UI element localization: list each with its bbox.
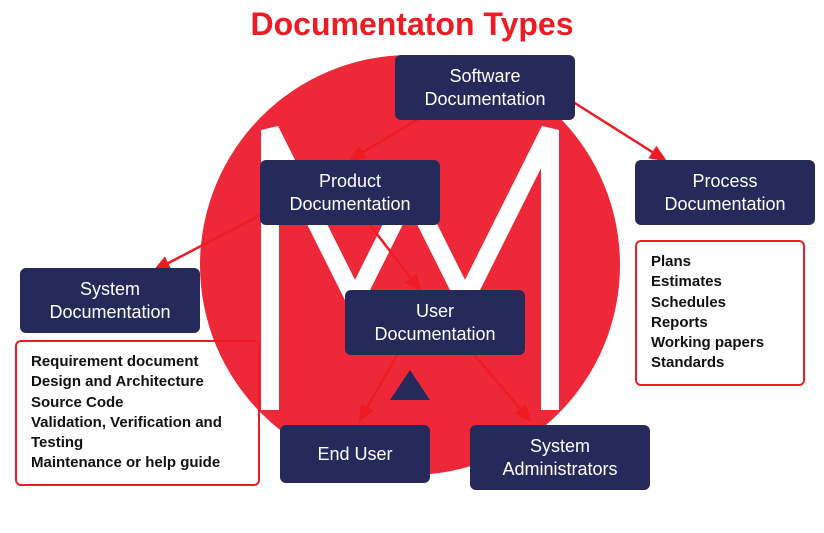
detail-line: Schedules xyxy=(651,293,789,313)
detail-line: Estimates xyxy=(651,272,789,292)
node-system-documentation: SystemDocumentation xyxy=(20,268,200,333)
detail-line: Reports xyxy=(651,313,789,333)
node-end-user: End User xyxy=(280,425,430,483)
detail-line: Working papers xyxy=(651,333,789,353)
node-product-documentation: ProductDocumentation xyxy=(260,160,440,225)
node-user-documentation: UserDocumentation xyxy=(345,290,525,355)
detail-line: Standards xyxy=(651,353,789,373)
detail-line: Design and Architecture xyxy=(31,372,244,392)
detail-line: Validation, Verification and Testing xyxy=(31,413,244,454)
detail-line: Requirement document xyxy=(31,352,244,372)
node-software-documentation: SoftwareDocumentation xyxy=(395,55,575,120)
detail-line: Maintenance or help guide xyxy=(31,453,244,473)
detail-line: Plans xyxy=(651,252,789,272)
m-logo xyxy=(240,90,580,430)
diagram-title: Documentaton Types xyxy=(0,6,824,43)
detail-line: Source Code xyxy=(31,393,244,413)
system-details-box: Requirement documentDesign and Architect… xyxy=(15,340,260,486)
process-details-box: PlansEstimatesSchedulesReportsWorking pa… xyxy=(635,240,805,386)
node-process-documentation: ProcessDocumentation xyxy=(635,160,815,225)
node-system-administrators: SystemAdministrators xyxy=(470,425,650,490)
